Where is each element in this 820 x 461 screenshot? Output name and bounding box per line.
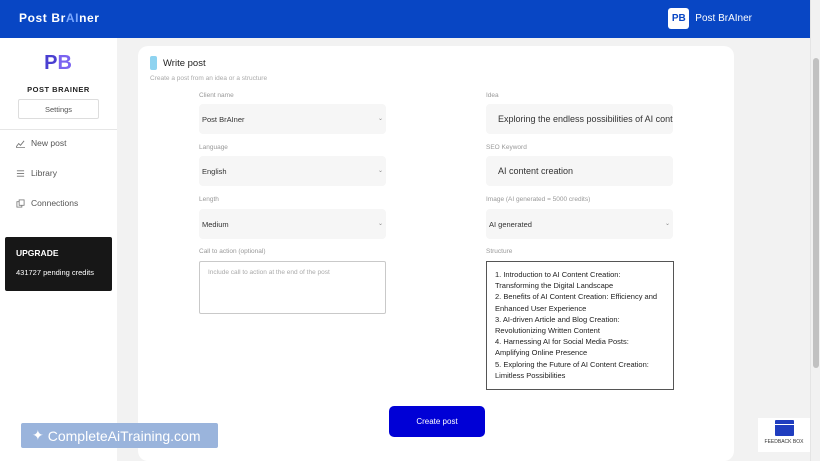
settings-button[interactable]: Settings <box>18 99 99 119</box>
sidebar-item-library[interactable]: Library <box>16 168 57 178</box>
sidebar-item-new-post[interactable]: New post <box>16 138 66 148</box>
client-name-label: Client name <box>199 92 234 99</box>
account-name: Post BrAIner <box>695 13 752 24</box>
list-icon <box>16 169 25 177</box>
client-name-value: Post BrAIner <box>202 114 245 124</box>
page-subtitle: Create a post from an idea or a structur… <box>150 75 268 82</box>
write-post-card: Write post Create a post from an idea or… <box>138 46 734 461</box>
language-value: English <box>202 166 227 176</box>
client-name-select[interactable]: Post BrAIner ⌄ <box>199 104 386 134</box>
language-label: Language <box>199 144 228 151</box>
sidebar-item-connections[interactable]: Connections <box>16 198 78 208</box>
idea-value: Exploring the endless possibilities of A… <box>498 114 673 124</box>
sidebar-title: POST BRAINER <box>27 85 90 94</box>
brand-text-ai: AI <box>65 11 80 25</box>
seo-keyword-value: AI content creation <box>498 166 574 176</box>
image-select[interactable]: AI generated ⌄ <box>486 209 673 239</box>
cta-textarea[interactable]: Include call to action at the end of the… <box>199 261 386 314</box>
watermark-text: CompleteAiTraining.com <box>47 427 201 444</box>
upgrade-title: UPGRADE <box>16 248 59 258</box>
copy-icon <box>16 198 25 208</box>
sidebar: PB POST BRAINER Settings New post Librar… <box>0 38 117 461</box>
create-post-button[interactable]: Create post <box>389 406 485 437</box>
length-label: Length <box>199 196 219 203</box>
sidebar-item-label: Connections <box>31 198 79 208</box>
chevron-down-icon: ⌄ <box>377 168 383 174</box>
chevron-down-icon: ⌄ <box>377 221 383 227</box>
account-menu[interactable]: PB Post BrAIner <box>668 8 752 29</box>
sidebar-logo: PB <box>44 52 72 74</box>
structure-textarea[interactable]: 1. Introduction to AI Content Creation: … <box>486 261 674 390</box>
page-scrollbar[interactable] <box>810 0 820 461</box>
scrollbar-thumb[interactable] <box>813 58 819 368</box>
idea-input[interactable]: Exploring the endless possibilities of A… <box>486 104 673 134</box>
upgrade-panel[interactable]: UPGRADE 431727 pending credits <box>5 237 112 291</box>
image-value: AI generated <box>489 219 532 229</box>
brand-text-pre: Post Br <box>19 11 66 25</box>
feedback-box-icon <box>775 420 794 436</box>
top-bar: Post BrAIner PB Post BrAIner <box>0 0 810 38</box>
seo-keyword-label: SEO Keyword <box>486 144 527 151</box>
brand-logo[interactable]: Post BrAIner <box>19 11 100 25</box>
page-title: Write post <box>163 58 206 69</box>
length-select[interactable]: Medium ⌄ <box>199 209 386 239</box>
chevron-down-icon: ⌄ <box>377 116 383 122</box>
seo-keyword-input[interactable]: AI content creation <box>486 156 673 186</box>
length-value: Medium <box>202 219 229 229</box>
cta-placeholder: Include call to action at the end of the… <box>208 269 330 276</box>
sidebar-item-label: Library <box>31 168 57 178</box>
idea-label: Idea <box>486 92 499 99</box>
structure-label: Structure <box>486 248 513 255</box>
image-label: Image (AI generated = 5000 credits) <box>486 196 591 203</box>
sidebar-divider <box>0 129 117 130</box>
sparkle-icon: ✦ <box>32 427 44 443</box>
sidebar-item-label: New post <box>31 138 67 148</box>
chevron-down-icon: ⌄ <box>664 221 670 227</box>
pending-credits: 431727 pending credits <box>16 268 94 277</box>
brand-text-post: ner <box>79 11 100 25</box>
watermark-banner: ✦ CompleteAiTraining.com <box>21 423 218 448</box>
cta-label: Call to action (optional) <box>199 248 266 255</box>
language-select[interactable]: English ⌄ <box>199 156 386 186</box>
chart-icon <box>16 140 25 148</box>
feedback-box-label: FEEDBACK BOX <box>764 439 804 445</box>
feedback-box-button[interactable]: FEEDBACK BOX <box>758 418 810 452</box>
structure-text: 1. Introduction to AI Content Creation: … <box>495 270 658 380</box>
title-accent <box>150 56 157 70</box>
account-avatar: PB <box>668 8 690 29</box>
